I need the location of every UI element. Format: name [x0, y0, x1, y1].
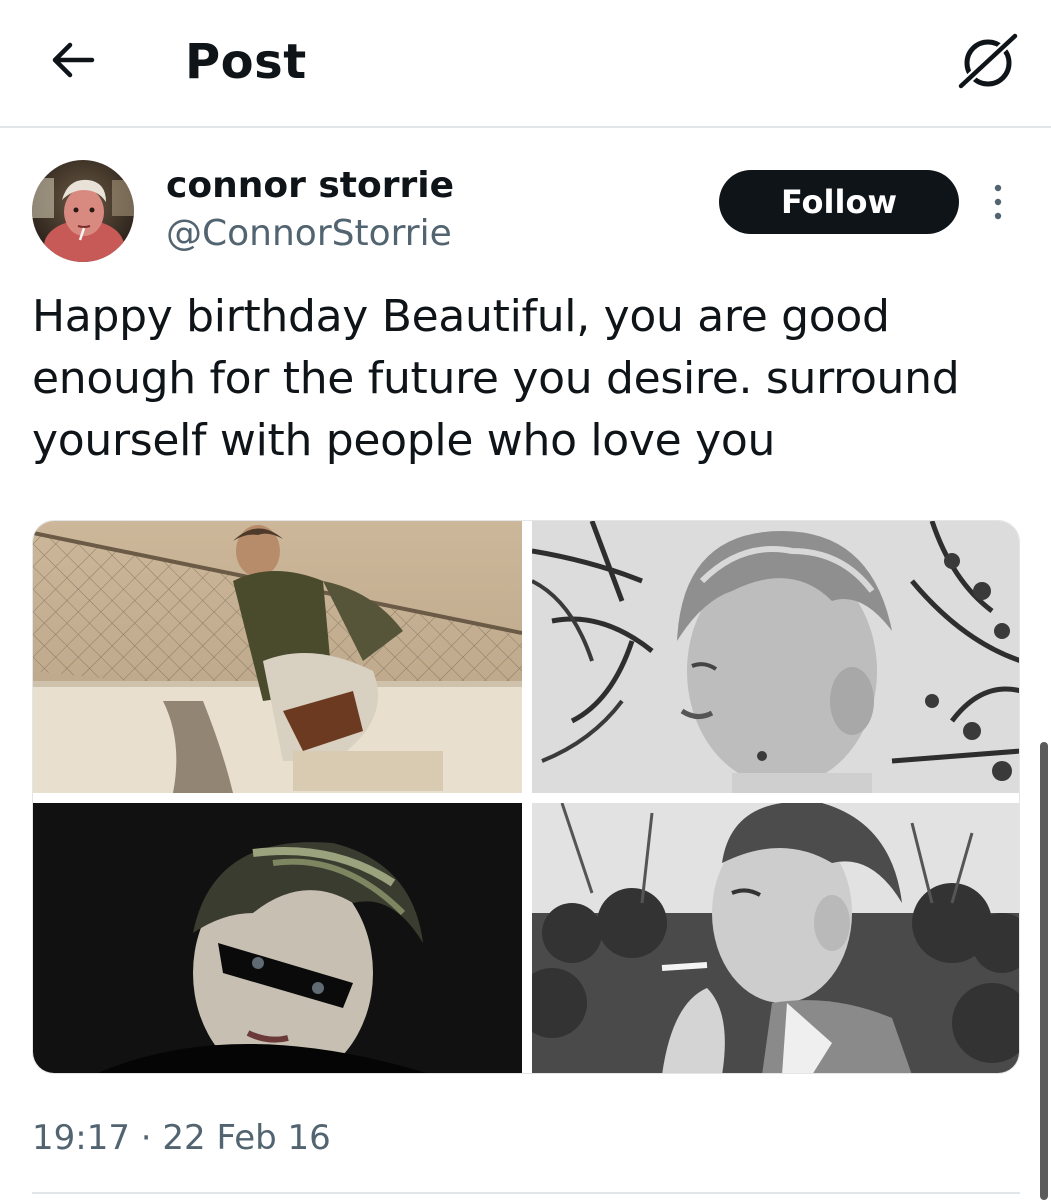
photo-2[interactable] [532, 521, 1019, 793]
author-handle[interactable]: @ConnorStorrie [166, 212, 452, 256]
post-timestamp[interactable]: 19:17 · 22 Feb 16 [32, 1116, 331, 1160]
back-button[interactable] [44, 32, 100, 88]
post-date: 22 Feb 16 [162, 1118, 331, 1158]
arrow-left-icon [52, 42, 95, 78]
media-grid [32, 520, 1020, 1074]
more-vertical-icon [994, 184, 1002, 220]
author-name[interactable]: connor storrie [166, 164, 454, 208]
top-bar: Post [0, 0, 1051, 128]
post-page: Post connor storrie @ConnorStorrie Follo… [0, 0, 1051, 1200]
tweet-text-line: enough for the future you desire. surrou… [32, 353, 960, 404]
avatar[interactable] [32, 160, 134, 262]
photo-4[interactable] [532, 803, 1019, 1073]
grok-button[interactable] [955, 30, 1021, 92]
grok-icon [956, 31, 1020, 91]
scrollbar[interactable] [1040, 742, 1048, 1200]
more-options-button[interactable] [984, 180, 1012, 224]
page-title: Post [185, 34, 307, 90]
follow-button[interactable]: Follow [719, 170, 959, 234]
timestamp-separator: · [129, 1118, 163, 1158]
photo-1[interactable] [33, 521, 522, 793]
tweet-text: Happy birthday Beautiful, you are good e… [32, 286, 1012, 472]
divider [32, 1192, 1020, 1194]
tweet-text-line: Happy birthday Beautiful, you are good [32, 291, 890, 342]
post-time: 19:17 [32, 1118, 130, 1158]
photo-3[interactable] [33, 803, 522, 1073]
tweet-text-line: yourself with people who love you [32, 415, 776, 466]
